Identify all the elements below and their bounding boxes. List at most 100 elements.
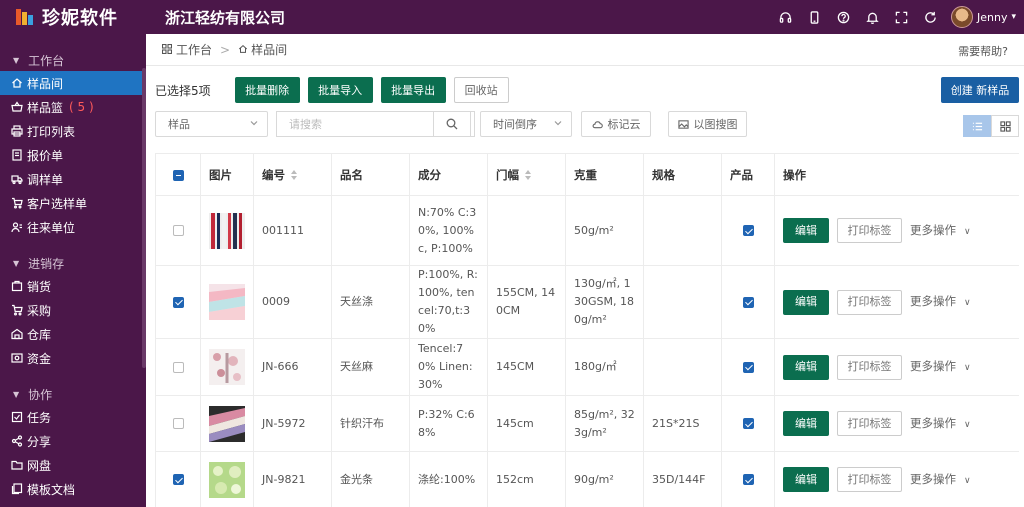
sidebar-item-tasks[interactable]: 任务 bbox=[0, 405, 146, 429]
table-row: 001111 N:70% C:30%, 100%c, P:100% 50g/m² 编辑… bbox=[155, 195, 1019, 266]
help-link[interactable]: 需要帮助? bbox=[958, 43, 1008, 59]
header-product: 产品 bbox=[721, 153, 775, 196]
basket-icon bbox=[11, 101, 23, 113]
sample-thumbnail[interactable] bbox=[200, 451, 254, 507]
recycle-bin-button[interactable]: 回收站 bbox=[453, 77, 509, 103]
sidebar-item-contacts[interactable]: 往来单位 bbox=[0, 215, 146, 239]
product-checkbox[interactable] bbox=[742, 361, 754, 373]
sidebar-section-workbench[interactable]: ▼ 工作台 bbox=[0, 49, 146, 71]
grid-icon bbox=[161, 43, 173, 57]
bulk-import-button[interactable]: 批量导入 bbox=[307, 77, 373, 103]
sidebar-item-funds[interactable]: 资金 bbox=[0, 346, 146, 370]
sidebar-item-sales[interactable]: 销货 bbox=[0, 274, 146, 298]
more-actions-dropdown[interactable]: 更多操作 ∨ bbox=[910, 221, 971, 241]
product-checkbox[interactable] bbox=[742, 418, 754, 429]
sidebar-section-inventory[interactable]: ▼ 进销存 bbox=[0, 252, 146, 274]
sidebar-item-transfer[interactable]: 调样单 bbox=[0, 167, 146, 191]
warehouse-icon bbox=[11, 328, 23, 340]
list-view-button[interactable] bbox=[963, 115, 991, 137]
sample-thumbnail[interactable] bbox=[200, 395, 254, 452]
row-actions: 编辑 打印标签 更多操作 ∨ bbox=[783, 467, 1011, 492]
chevron-down-icon: ∨ bbox=[964, 475, 971, 486]
sort-icon[interactable] bbox=[291, 170, 298, 180]
sample-thumbnail[interactable] bbox=[200, 265, 254, 339]
edit-button[interactable]: 编辑 bbox=[783, 354, 829, 380]
phone-icon[interactable] bbox=[800, 0, 829, 34]
sample-thumbnail[interactable] bbox=[200, 195, 254, 266]
search-button[interactable] bbox=[433, 111, 471, 137]
header-code[interactable]: 编号 bbox=[253, 153, 332, 196]
product-checkbox[interactable] bbox=[742, 474, 754, 485]
sidebar-item-share[interactable]: 分享 bbox=[0, 429, 146, 453]
help-circle-icon[interactable] bbox=[829, 0, 858, 34]
view-toggle bbox=[963, 115, 1019, 137]
sample-thumbnail[interactable] bbox=[200, 338, 254, 396]
logo[interactable]: 珍妮软件 bbox=[0, 4, 146, 30]
sidebar-section-collab[interactable]: ▼ 协作 bbox=[0, 383, 146, 405]
more-actions-dropdown[interactable]: 更多操作 ∨ bbox=[910, 470, 971, 490]
sidebar-item-quote[interactable]: 报价单 bbox=[0, 143, 146, 167]
cell-code: JN-5972 bbox=[253, 395, 332, 452]
print-label-button[interactable]: 打印标签 bbox=[837, 354, 902, 380]
edit-button[interactable]: 编辑 bbox=[783, 218, 829, 243]
print-label-button[interactable]: 打印标签 bbox=[837, 289, 902, 315]
product-checkbox[interactable] bbox=[742, 296, 754, 308]
caret-down-icon: ▼ bbox=[13, 389, 20, 399]
breadcrumb-separator: > bbox=[220, 42, 231, 57]
sidebar-item-disk[interactable]: 网盘 bbox=[0, 453, 146, 477]
sidebar-item-customer-select[interactable]: 客户选样单 bbox=[0, 191, 146, 215]
table-header-row: 图片 编号 品名 成分 门幅 克重 规格 产品 操作 bbox=[155, 153, 1019, 196]
row-checkbox[interactable] bbox=[172, 296, 184, 308]
print-label-button[interactable]: 打印标签 bbox=[837, 467, 902, 492]
sort-select[interactable]: 时间倒序 bbox=[480, 111, 572, 137]
sidebar-item-purchase[interactable]: 采购 bbox=[0, 298, 146, 322]
header-width[interactable]: 门幅 bbox=[487, 153, 566, 196]
row-checkbox[interactable] bbox=[172, 225, 184, 236]
select-all-checkbox[interactable] bbox=[172, 169, 184, 181]
bell-icon[interactable] bbox=[858, 0, 887, 34]
row-checkbox[interactable] bbox=[172, 474, 184, 485]
grid-icon bbox=[999, 120, 1011, 132]
edit-button[interactable]: 编辑 bbox=[783, 289, 829, 315]
logo-text: 珍妮软件 bbox=[42, 8, 118, 29]
table-row: 0009 天丝涤 P:100%, R:100%, tencel:70,t:30% 15… bbox=[155, 265, 1019, 339]
fullscreen-icon[interactable] bbox=[887, 0, 916, 34]
edit-button[interactable]: 编辑 bbox=[783, 411, 829, 436]
headset-icon[interactable] bbox=[771, 0, 800, 34]
bulk-export-button[interactable]: 批量导出 bbox=[380, 77, 446, 103]
bulk-delete-button[interactable]: 批量删除 bbox=[234, 77, 300, 103]
print-label-button[interactable]: 打印标签 bbox=[837, 218, 902, 243]
breadcrumb-current[interactable]: 样品间 bbox=[251, 41, 287, 58]
truck-icon bbox=[11, 173, 23, 185]
product-checkbox[interactable] bbox=[742, 225, 754, 236]
sidebar-item-sample-room[interactable]: 样品间 bbox=[0, 71, 146, 95]
sidebar-item-warehouse[interactable]: 仓库 bbox=[0, 322, 146, 346]
sidebar-item-sample-basket[interactable]: 样品篮 ( 5 ) bbox=[0, 95, 146, 119]
sidebar-item-print-list[interactable]: 打印列表 bbox=[0, 119, 146, 143]
more-actions-dropdown[interactable]: 更多操作 ∨ bbox=[910, 292, 971, 312]
chevron-down-icon: ∨ bbox=[964, 298, 971, 308]
row-checkbox[interactable] bbox=[172, 418, 184, 429]
edit-button[interactable]: 编辑 bbox=[783, 467, 829, 492]
more-actions-dropdown[interactable]: 更多操作 ∨ bbox=[910, 414, 971, 434]
breadcrumb: 工作台 > 样品间 bbox=[146, 34, 1024, 66]
row-checkbox[interactable] bbox=[172, 361, 184, 373]
chevron-down-icon[interactable]: ▾ bbox=[1011, 12, 1016, 22]
more-actions-dropdown[interactable]: 更多操作 ∨ bbox=[910, 357, 971, 377]
cloud-mark-button[interactable]: 标记云 bbox=[581, 111, 651, 137]
breadcrumb-home[interactable]: 工作台 bbox=[176, 41, 212, 58]
header-name: 品名 bbox=[331, 153, 410, 196]
table-row: JN-9821 金光条 涤纶:100% 152cm 90g/m² 35D/144F 编辑 打印… bbox=[155, 451, 1019, 507]
print-label-button[interactable]: 打印标签 bbox=[837, 411, 902, 436]
sidebar-item-templates[interactable]: 模板文档 bbox=[0, 477, 146, 501]
create-sample-button[interactable]: 创建 新样品 bbox=[941, 77, 1019, 103]
username[interactable]: Jenny bbox=[977, 11, 1007, 24]
chevron-down-icon: ∨ bbox=[964, 226, 971, 237]
refresh-icon[interactable] bbox=[916, 0, 945, 34]
category-select[interactable]: 样品 bbox=[155, 111, 268, 137]
user-avatar[interactable] bbox=[951, 6, 973, 28]
sort-icon[interactable] bbox=[525, 170, 532, 180]
grid-view-button[interactable] bbox=[991, 115, 1019, 137]
image-search-button[interactable]: 以图搜图 bbox=[668, 111, 747, 137]
cell-composition: 涤纶:100% bbox=[409, 451, 488, 507]
